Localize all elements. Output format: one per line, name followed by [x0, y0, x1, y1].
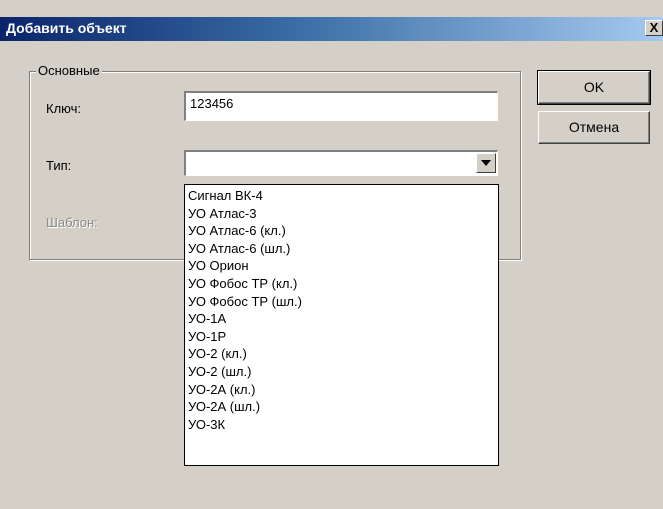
list-item[interactable]: УО-2А (шл.) — [185, 398, 498, 416]
list-item[interactable]: УО-2 (шл.) — [185, 363, 498, 381]
key-input-value: 123456 — [190, 96, 234, 111]
group-legend: Основные — [36, 63, 102, 78]
type-select[interactable] — [184, 150, 498, 176]
list-item[interactable]: УО Атлас-6 (шл.) — [185, 240, 498, 258]
key-label: Ключ: — [46, 101, 82, 116]
dialog-title: Добавить объект — [6, 20, 127, 36]
type-dropdown-list: Сигнал ВК-4 УО Атлас-3 УО Атлас-6 (кл.) … — [184, 184, 499, 466]
key-input[interactable]: 123456 — [184, 91, 498, 121]
list-item[interactable]: УО Фобос ТР (шл.) — [185, 293, 498, 311]
list-item[interactable]: УО Фобос ТР (кл.) — [185, 275, 498, 293]
cancel-button[interactable]: Отмена — [538, 111, 650, 144]
ok-button[interactable]: OK — [537, 70, 651, 105]
add-object-dialog: Добавить объект X Основные Ключ: 123456 … — [0, 0, 663, 509]
close-button[interactable]: X — [645, 20, 663, 36]
chevron-down-icon[interactable] — [476, 153, 496, 173]
type-label: Тип: — [46, 158, 72, 173]
list-item[interactable]: УО-2 (кл.) — [185, 345, 498, 363]
list-item[interactable]: УО Атлас-6 (кл.) — [185, 222, 498, 240]
list-item[interactable]: УО Атлас-3 — [185, 205, 498, 223]
list-item[interactable]: УО-1Р — [185, 328, 498, 346]
list-item[interactable]: УО-2А (кл.) — [185, 381, 498, 399]
close-icon: X — [649, 20, 659, 35]
list-item[interactable]: УО-3К — [185, 416, 498, 434]
title-bar[interactable]: Добавить объект X — [0, 17, 663, 41]
list-item[interactable]: УО-1А — [185, 310, 498, 328]
list-item[interactable]: УО Орион — [185, 257, 498, 275]
list-item[interactable]: Сигнал ВК-4 — [185, 187, 498, 205]
template-label: Шаблон: — [46, 215, 98, 230]
